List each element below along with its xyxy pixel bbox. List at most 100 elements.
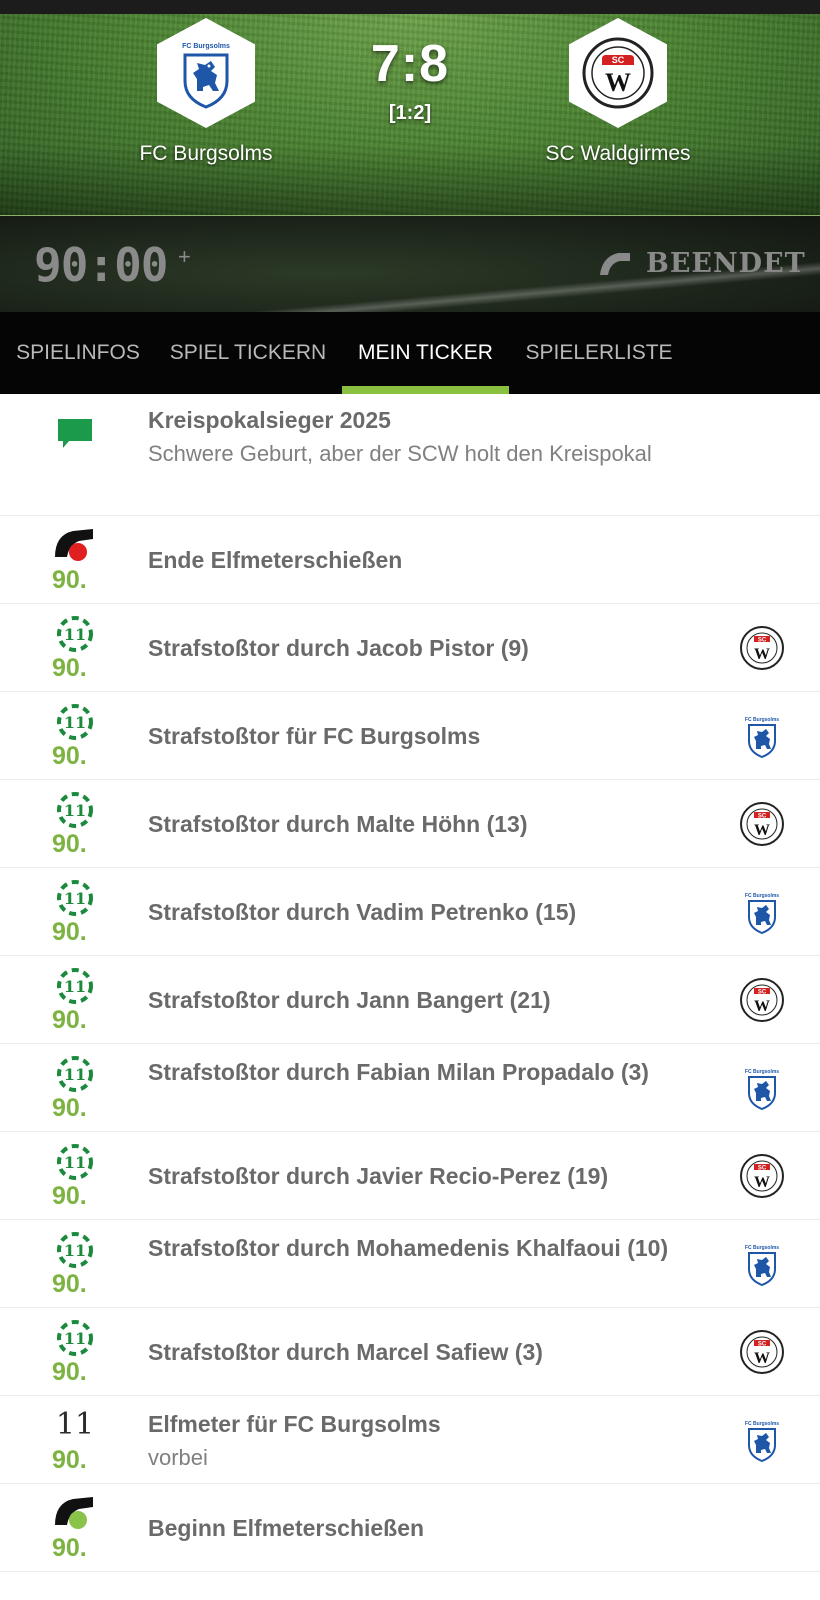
away-team-crest-icon[interactable]: SC W	[738, 624, 786, 672]
svg-text:W: W	[754, 998, 770, 1015]
ticker-event-row[interactable]: 11 90. Strafstoßtor für FC Burgsolms FC Bur…	[0, 692, 820, 780]
ticker-event-row[interactable]: 11 90. Strafstoßtor durch Marcel Safiew (3…	[0, 1308, 820, 1396]
svg-text:11: 11	[64, 1153, 86, 1172]
ticker-event-row[interactable]: 11 90. Strafstoßtor durch Mohamedenis Khal…	[0, 1220, 820, 1308]
event-subtitle: Schwere Geburt, aber der SCW holt den Kr…	[148, 441, 652, 466]
svg-text:FC Burgsolms: FC Burgsolms	[745, 717, 779, 723]
event-title: Kreispokalsieger 2025	[148, 407, 391, 433]
tab-spiel-tickern[interactable]: SPIEL TICKERN	[168, 312, 328, 394]
event-minute: 90.	[52, 1006, 87, 1034]
whistle-end-icon	[48, 526, 102, 566]
penalty-number-label: 11	[55, 1406, 95, 1442]
away-team-crest-icon[interactable]: SC W	[738, 800, 786, 848]
waldgirmes-crest-icon: SC W	[582, 37, 654, 109]
event-minute: 90.	[52, 918, 87, 946]
match-header: FC Burgsolms SC W 7:8 [1:2] FC Burgsolms…	[0, 14, 820, 215]
event-minute: 90.	[52, 566, 87, 594]
svg-text:11: 11	[64, 1241, 86, 1260]
svg-text:11: 11	[64, 889, 86, 908]
svg-text:SC: SC	[758, 638, 767, 644]
whistle-end-icon	[600, 253, 630, 275]
svg-text:FC Burgsolms: FC Burgsolms	[745, 1245, 779, 1251]
event-title: Strafstoßtor durch Mohamedenis Khalfaoui…	[148, 1235, 669, 1261]
event-minute: 90.	[52, 1446, 87, 1474]
burgsolms-lion-icon: FC Burgsolms	[182, 43, 230, 109]
event-minute: 90.	[52, 1534, 87, 1562]
away-team-crest-icon[interactable]: SC W	[738, 976, 786, 1024]
event-minute: 90.	[52, 654, 87, 682]
penalty-goal-icon: 11	[48, 790, 102, 830]
ticker-event-row[interactable]: Kreispokalsieger 2025 Schwere Geburt, abe…	[0, 394, 820, 516]
event-title: Strafstoßtor durch Vadim Petrenko (15)	[148, 899, 577, 925]
event-title: Strafstoßtor durch Javier Recio-Perez (1…	[148, 1163, 609, 1189]
home-team-crest-icon[interactable]: FC Burgsolms	[738, 1064, 786, 1112]
event-title: Ende Elfmeterschießen	[148, 547, 403, 573]
event-title: Strafstoßtor durch Malte Höhn (13)	[148, 811, 528, 837]
svg-text:SC: SC	[758, 990, 767, 996]
event-title: Strafstoßtor durch Fabian Milan Propadal…	[148, 1059, 649, 1085]
halftime-score: [1:2]	[388, 102, 432, 124]
match-clock: 90:00	[34, 238, 168, 292]
tab-spielinfos[interactable]: SPIELINFOS	[14, 312, 142, 394]
match-time-bar: 90:00 + BEENDET	[0, 216, 820, 312]
penalty-goal-icon: 11	[48, 878, 102, 918]
penalty-miss-icon: 11	[48, 1404, 102, 1444]
event-title: Strafstoßtor für FC Burgsolms	[148, 723, 481, 749]
tab-spielerliste[interactable]: SPIELERLISTE	[524, 312, 674, 394]
event-subtitle: vorbei	[148, 1445, 208, 1470]
penalty-goal-icon: 11	[48, 702, 102, 742]
event-title: Strafstoßtor durch Jann Bangert (21)	[148, 987, 551, 1013]
home-team-crest-icon[interactable]: FC Burgsolms	[738, 712, 786, 760]
event-minute: 90.	[52, 1270, 87, 1298]
svg-text:FC Burgsolms: FC Burgsolms	[745, 1069, 779, 1075]
svg-text:W: W	[754, 1174, 770, 1191]
event-title: Strafstoßtor durch Marcel Safiew (3)	[148, 1339, 543, 1365]
status-bar	[0, 0, 820, 14]
penalty-goal-icon: 11	[48, 1054, 102, 1094]
svg-text:11: 11	[64, 713, 86, 732]
ticker-event-row[interactable]: 11 90. Strafstoßtor durch Jann Bangert (21…	[0, 956, 820, 1044]
ticker-event-row[interactable]: 11 90. Strafstoßtor durch Fabian Milan Pro…	[0, 1044, 820, 1132]
svg-text:SC: SC	[612, 55, 625, 65]
whistle-start-icon	[48, 1494, 102, 1534]
home-team-crest[interactable]: FC Burgsolms	[157, 18, 255, 128]
home-team-crest-icon[interactable]: FC Burgsolms	[738, 1416, 786, 1464]
svg-text:FC Burgsolms: FC Burgsolms	[745, 893, 779, 899]
tab-mein-ticker[interactable]: MEIN TICKER	[342, 312, 509, 394]
svg-text:FC Burgsolms: FC Burgsolms	[182, 43, 230, 50]
ticker-event-row[interactable]: 11 90. Strafstoßtor durch Javier Recio-Per…	[0, 1132, 820, 1220]
event-minute: 90.	[52, 742, 87, 770]
svg-text:SC: SC	[758, 1166, 767, 1172]
event-minute: 90.	[52, 1358, 87, 1386]
svg-text:W: W	[754, 646, 770, 663]
event-title: Strafstoßtor durch Jacob Pistor (9)	[148, 635, 529, 661]
svg-text:W: W	[754, 1350, 770, 1367]
penalty-goal-icon: 11	[48, 1142, 102, 1182]
ticker-event-row[interactable]: 90. Beginn Elfmeterschießen	[0, 1484, 820, 1572]
match-score: 7:8	[370, 35, 450, 93]
svg-text:W: W	[754, 822, 770, 839]
event-minute: 90.	[52, 830, 87, 858]
home-team-crest-icon[interactable]: FC Burgsolms	[738, 1240, 786, 1288]
away-team-crest[interactable]: SC W	[569, 18, 667, 128]
away-team-crest-icon[interactable]: SC W	[738, 1328, 786, 1376]
penalty-goal-icon: 11	[48, 614, 102, 654]
match-status: BEENDET	[646, 248, 806, 279]
away-team-name[interactable]: SC Waldgirmes	[488, 142, 748, 166]
svg-text:SC: SC	[758, 1342, 767, 1348]
svg-text:W: W	[605, 68, 631, 97]
svg-text:11: 11	[64, 1329, 86, 1348]
ticker-event-row[interactable]: 11 90. Strafstoßtor durch Jacob Pistor (9)…	[0, 604, 820, 692]
active-tab-indicator	[342, 386, 509, 394]
ticker-event-row[interactable]: 11 90. Strafstoßtor durch Vadim Petrenko (…	[0, 868, 820, 956]
away-team-crest-icon[interactable]: SC W	[738, 1152, 786, 1200]
svg-text:11: 11	[64, 625, 86, 644]
chat-bubble-icon	[48, 414, 102, 454]
tab-bar: SPIELINFOS SPIEL TICKERN MEIN TICKER SPI…	[0, 312, 820, 394]
ticker-event-row[interactable]: 11 90. Strafstoßtor durch Malte Höhn (13) S…	[0, 780, 820, 868]
ticker-event-row[interactable]: 90. Ende Elfmeterschießen	[0, 516, 820, 604]
home-team-name[interactable]: FC Burgsolms	[76, 142, 336, 166]
ticker-event-row[interactable]: 11 90. Elfmeter für FC Burgsolms vorbei FC B…	[0, 1396, 820, 1484]
home-team-crest-icon[interactable]: FC Burgsolms	[738, 888, 786, 936]
svg-text:SC: SC	[758, 814, 767, 820]
